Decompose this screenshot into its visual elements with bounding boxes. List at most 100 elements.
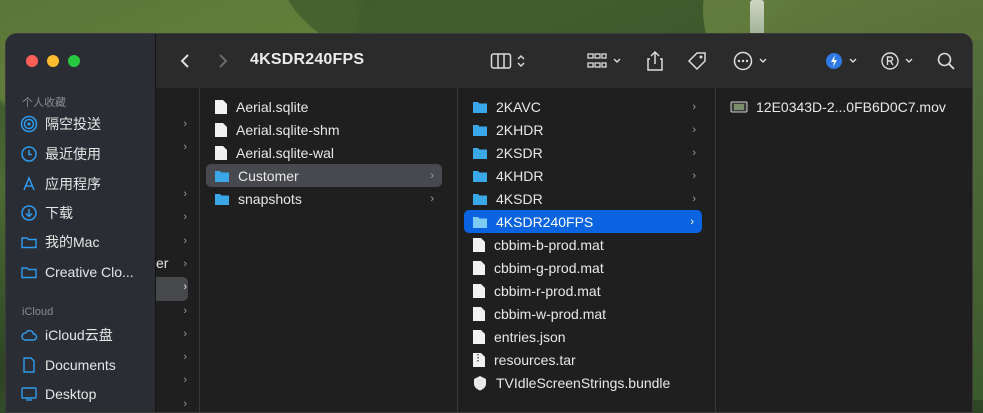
group-icon bbox=[587, 53, 607, 68]
chevron-right-icon: › bbox=[690, 215, 694, 228]
chevron-right-icon: › bbox=[692, 100, 696, 113]
folder-icon bbox=[21, 267, 37, 279]
chevron-right-icon: › bbox=[183, 211, 187, 223]
app-extension-button[interactable] bbox=[824, 48, 858, 74]
folder-icon bbox=[215, 193, 229, 205]
document-icon bbox=[473, 306, 485, 321]
sidebar-item-creative-cloud[interactable]: Creative Clo... bbox=[20, 260, 154, 284]
back-icon bbox=[180, 54, 189, 68]
list-item[interactable]: cbbim-r-prod.mat bbox=[464, 279, 704, 302]
list-item-selected[interactable]: Customer › bbox=[206, 164, 442, 187]
chevron-right-icon: › bbox=[183, 351, 187, 363]
chevron-down-icon bbox=[849, 58, 857, 63]
chevron-right-icon: › bbox=[183, 258, 187, 270]
document-icon bbox=[473, 237, 485, 252]
chevron-right-icon: › bbox=[183, 305, 187, 317]
chevron-right-icon: › bbox=[430, 169, 434, 182]
registered-icon bbox=[881, 52, 899, 70]
favorites-header: 个人收藏 bbox=[22, 97, 66, 109]
sidebar-item-label: 下载 bbox=[45, 205, 73, 221]
chevron-down-icon bbox=[613, 58, 621, 63]
window-title: 4KSDR240FPS bbox=[250, 51, 365, 68]
document-icon bbox=[215, 145, 227, 160]
list-item[interactable]: cbbim-b-prod.mat bbox=[464, 233, 704, 256]
close-button[interactable] bbox=[26, 55, 38, 67]
download-icon bbox=[21, 205, 37, 221]
folder-icon bbox=[473, 124, 487, 136]
chevron-right-icon: › bbox=[692, 169, 696, 182]
folder-icon bbox=[473, 170, 487, 182]
sidebar-item-downloads[interactable]: 下载 bbox=[20, 201, 154, 225]
zoom-button[interactable] bbox=[68, 55, 80, 67]
sidebar-item-icloud-drive[interactable]: iCloud云盘 bbox=[20, 323, 154, 347]
list-item-selected[interactable]: 4KSDR240FPS › bbox=[464, 210, 702, 233]
column-view-icon bbox=[490, 53, 512, 69]
folder-icon bbox=[473, 216, 487, 228]
bundle-icon bbox=[474, 375, 486, 390]
sidebar: 个人收藏 隔空投送 最近使用 应用程序 下载 我的Mac Creative Cl… bbox=[6, 34, 156, 412]
truncated-folder-name: er bbox=[156, 255, 169, 271]
view-mode-button[interactable] bbox=[490, 48, 526, 74]
list-item[interactable]: snapshots › bbox=[206, 187, 442, 210]
list-item[interactable]: entries.json bbox=[464, 325, 704, 348]
column-3: 12E0343D-2...0FB6D0C7.mov bbox=[716, 88, 972, 412]
document-icon bbox=[473, 329, 485, 344]
list-item[interactable]: Aerial.sqlite-wal bbox=[206, 141, 446, 164]
search-button[interactable] bbox=[936, 48, 956, 74]
forward-icon bbox=[219, 54, 228, 68]
chevron-right-icon: › bbox=[692, 123, 696, 136]
list-item[interactable]: 2KAVC › bbox=[464, 95, 704, 118]
share-icon bbox=[647, 50, 663, 71]
list-item[interactable]: 2KHDR › bbox=[464, 118, 704, 141]
more-icon bbox=[733, 51, 753, 71]
sidebar-item-desktop[interactable]: Desktop bbox=[20, 382, 154, 406]
list-item[interactable]: Aerial.sqlite bbox=[206, 95, 446, 118]
list-item[interactable]: cbbim-w-prod.mat bbox=[464, 302, 704, 325]
toolbar: 4KSDR240FPS bbox=[156, 34, 972, 89]
list-item[interactable]: Aerial.sqlite-shm bbox=[206, 118, 446, 141]
chevron-right-icon: › bbox=[692, 192, 696, 205]
icloud-header: iCloud bbox=[22, 306, 54, 318]
chevron-right-icon: › bbox=[183, 118, 187, 130]
registered-button[interactable] bbox=[880, 48, 914, 74]
document-icon bbox=[215, 99, 227, 114]
sidebar-item-applications[interactable]: 应用程序 bbox=[20, 172, 154, 196]
chevron-down-icon bbox=[905, 58, 913, 63]
sidebar-item-airdrop[interactable]: 隔空投送 bbox=[20, 112, 154, 136]
sidebar-item-documents[interactable]: Documents bbox=[20, 353, 154, 377]
back-button[interactable] bbox=[178, 48, 192, 74]
list-item[interactable]: cbbim-g-prod.mat bbox=[464, 256, 704, 279]
list-item[interactable]: 4KHDR › bbox=[464, 164, 704, 187]
finder-window: 个人收藏 隔空投送 最近使用 应用程序 下载 我的Mac Creative Cl… bbox=[5, 33, 973, 413]
share-button[interactable] bbox=[646, 48, 664, 74]
airdrop-icon bbox=[20, 115, 38, 133]
sidebar-item-label: iCloud云盘 bbox=[45, 327, 113, 343]
minimize-button[interactable] bbox=[47, 55, 59, 67]
column-parent[interactable]: › › › › › › er › › › › › › bbox=[156, 88, 200, 412]
list-item[interactable]: TVIdleScreenStrings.bundle bbox=[464, 371, 704, 394]
chevron-right-icon: › bbox=[692, 146, 696, 159]
chevron-right-icon: › bbox=[183, 281, 187, 293]
chevron-down-icon bbox=[759, 58, 767, 63]
sidebar-item-label: 我的Mac bbox=[45, 234, 100, 250]
document-icon bbox=[23, 357, 35, 373]
document-icon bbox=[215, 122, 227, 137]
list-item[interactable]: 2KSDR › bbox=[464, 141, 704, 164]
sidebar-item-label: 隔空投送 bbox=[45, 116, 101, 132]
list-item[interactable]: 4KSDR › bbox=[464, 187, 704, 210]
forward-button[interactable] bbox=[216, 48, 230, 74]
tag-button[interactable] bbox=[686, 48, 708, 74]
chevron-right-icon: › bbox=[183, 141, 187, 153]
list-item[interactable]: 12E0343D-2...0FB6D0C7.mov bbox=[722, 95, 966, 118]
search-icon bbox=[937, 52, 955, 70]
movie-file-icon bbox=[730, 101, 748, 112]
sidebar-item-recents[interactable]: 最近使用 bbox=[20, 142, 154, 166]
sidebar-item-label: Documents bbox=[45, 357, 116, 373]
tag-icon bbox=[687, 52, 706, 71]
list-item[interactable]: resources.tar bbox=[464, 348, 704, 371]
sidebar-item-my-mac[interactable]: 我的Mac bbox=[20, 230, 154, 254]
folder-icon bbox=[21, 237, 37, 249]
sidebar-item-label: 最近使用 bbox=[45, 146, 101, 162]
group-button[interactable] bbox=[586, 48, 622, 74]
more-button[interactable] bbox=[732, 48, 768, 74]
